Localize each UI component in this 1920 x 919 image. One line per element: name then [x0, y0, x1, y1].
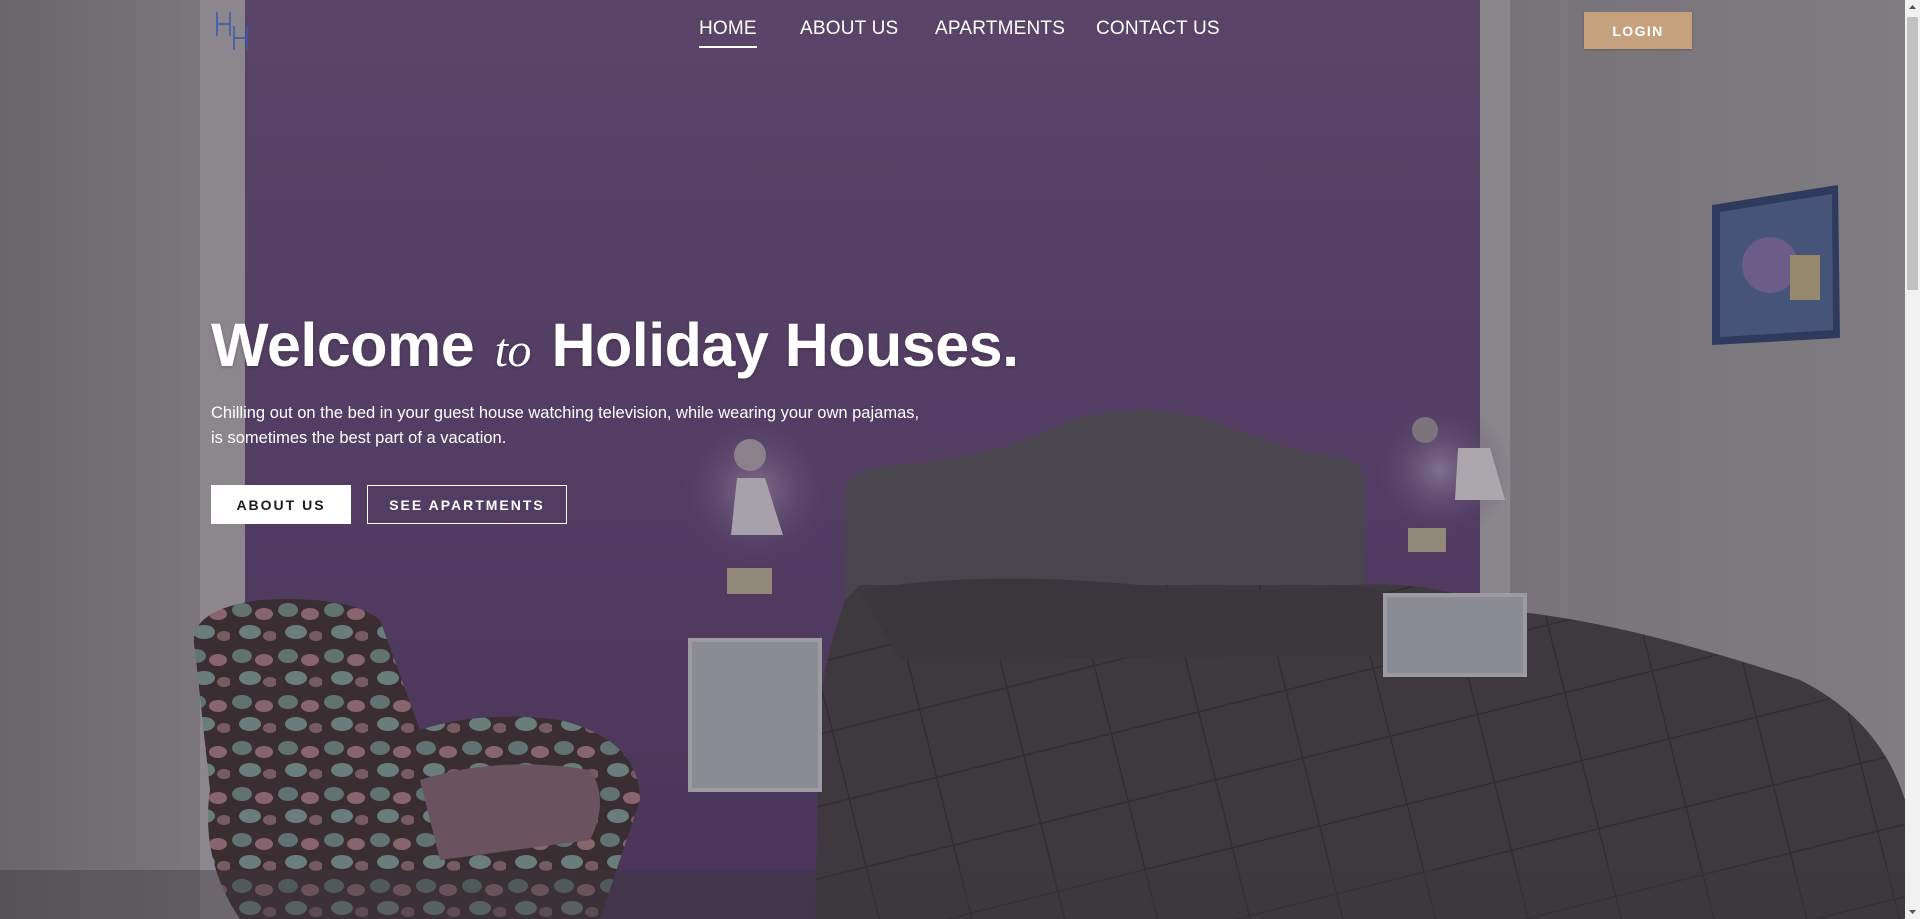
- hero-title-connector: to: [494, 324, 532, 377]
- hero-title: Welcome to Holiday Houses.: [211, 310, 1019, 380]
- about-us-button[interactable]: ABOUT US: [211, 485, 351, 524]
- hero-title-brand: Holiday Houses.: [551, 311, 1019, 379]
- hero-subtitle-line-1: Chilling out on the bed in your guest ho…: [211, 404, 920, 422]
- hero-title-welcome: Welcome: [211, 311, 475, 379]
- nav-contact-us-link[interactable]: CONTACT US: [1096, 18, 1220, 40]
- nav-home-link[interactable]: HOME: [699, 18, 757, 48]
- scroll-up-arrow-icon[interactable]: [1905, 0, 1920, 15]
- nav-about-us-link[interactable]: ABOUT US: [800, 18, 898, 40]
- page-scrollbar[interactable]: [1905, 0, 1920, 919]
- hero-subtitle-line-2: is sometimes the best part of a vacation…: [211, 429, 507, 447]
- login-button[interactable]: LOGIN: [1584, 12, 1692, 49]
- see-apartments-button[interactable]: SEE APARTMENTS: [367, 485, 567, 524]
- hero-subtitle: Chilling out on the bed in your guest ho…: [211, 401, 931, 451]
- scrollbar-thumb[interactable]: [1907, 17, 1918, 290]
- hero-dark-overlay: [0, 0, 1905, 919]
- hero-section: [0, 0, 1905, 919]
- scroll-down-arrow-icon[interactable]: [1905, 904, 1920, 919]
- nav-apartments-link[interactable]: APARTMENTS: [935, 18, 1065, 40]
